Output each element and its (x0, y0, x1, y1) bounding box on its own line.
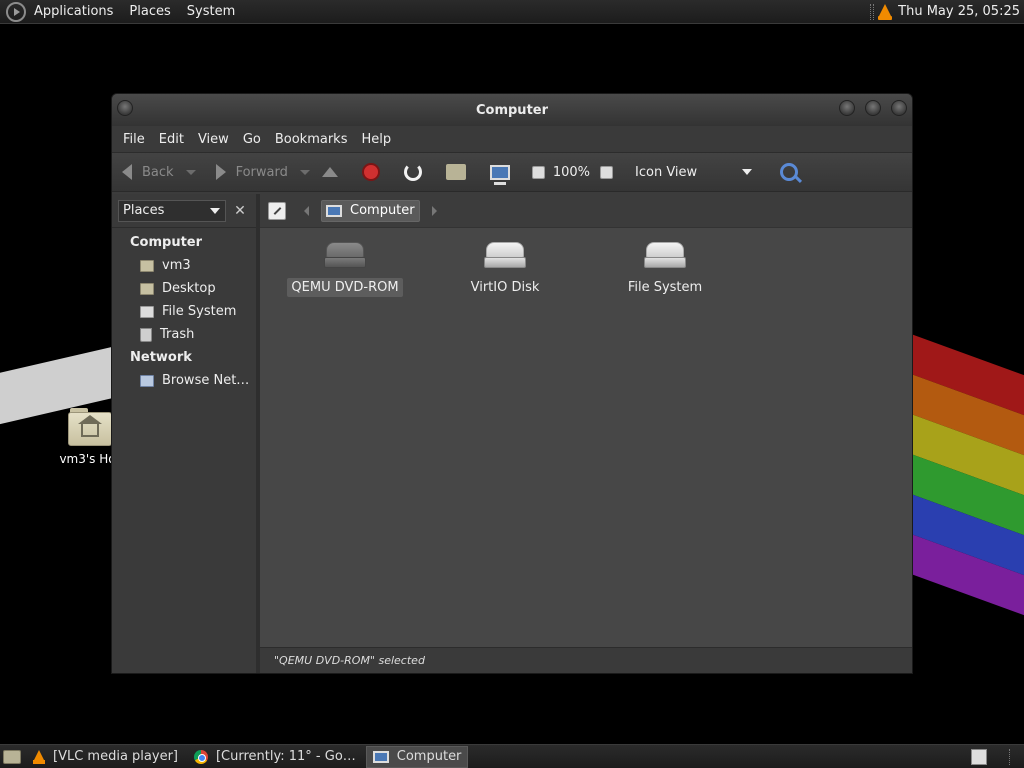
toolbar: Back Forward 100% Icon View (112, 152, 912, 192)
sidebar-item-label: Browse Net… (162, 373, 250, 388)
task-computer[interactable]: Computer (365, 745, 469, 768)
forward-button[interactable]: Forward (215, 156, 310, 188)
menu-view[interactable]: View (191, 132, 236, 147)
sidebar-item-label: vm3 (162, 258, 191, 273)
minimize-button[interactable] (839, 100, 855, 116)
drive-label: File System (627, 280, 703, 295)
sidebar-item-vm3[interactable]: vm3 (112, 254, 256, 277)
reload-icon[interactable] (403, 163, 422, 181)
show-desktop-icon[interactable] (3, 749, 21, 764)
back-arrow-icon (122, 164, 132, 180)
back-history-caret-icon[interactable] (185, 169, 196, 175)
breadcrumb-label: Computer (350, 203, 415, 218)
forward-history-caret-icon[interactable] (299, 169, 310, 175)
menu-bookmarks[interactable]: Bookmarks (268, 132, 355, 147)
up-icon[interactable] (321, 167, 338, 177)
task-vlc[interactable]: [VLC media player] (27, 746, 184, 768)
menu-help[interactable]: Help (354, 132, 398, 147)
task-label: Computer (396, 749, 462, 764)
path-scroll-left-icon[interactable] (304, 205, 309, 216)
path-bar: Computer (260, 194, 912, 228)
sidebar: Places ✕ Computer vm3 Desktop File Syste… (112, 194, 260, 673)
sidebar-group-computer: Computer (130, 235, 203, 250)
view-mode-label: Icon View (635, 164, 698, 180)
back-button[interactable]: Back (122, 156, 196, 188)
zoom-in-icon[interactable] (600, 165, 614, 179)
vlc-icon (33, 749, 45, 764)
view-mode-select[interactable]: Icon View (635, 164, 753, 180)
drive-label: QEMU DVD-ROM (287, 278, 403, 297)
filesystem-icon (140, 305, 154, 318)
hard-disk-icon (484, 242, 526, 270)
top-panel: Applications Places System Thu May 25, 0… (0, 0, 1024, 24)
desktop-folder-icon (140, 282, 154, 295)
panel-separator (870, 3, 875, 20)
search-icon[interactable] (780, 163, 799, 181)
bottom-panel: [VLC media player] [Currently: 11° - Go…… (0, 744, 1024, 768)
close-button[interactable] (891, 100, 907, 116)
places-menu[interactable]: Places (121, 4, 178, 19)
menu-bar: File Edit View Go Bookmarks Help (112, 126, 912, 152)
status-bar: "QEMU DVD-ROM" selected (260, 647, 912, 673)
sidebar-selector-label: Places (123, 203, 165, 218)
sidebar-item-browse-network[interactable]: Browse Net… (112, 369, 256, 392)
sidebar-group-network: Network (130, 350, 192, 365)
chevron-down-icon (742, 169, 753, 175)
close-icon[interactable]: ✕ (230, 203, 250, 219)
drive-label: VirtIO Disk (470, 280, 540, 295)
task-label: [Currently: 11° - Go… (215, 749, 356, 764)
task-chrome[interactable]: [Currently: 11° - Go… (188, 746, 362, 768)
drive-file-system[interactable]: File System (600, 242, 730, 297)
applications-menu[interactable]: Applications (26, 4, 121, 19)
chrome-icon (193, 749, 208, 764)
task-label: [VLC media player] (53, 749, 178, 764)
sidebar-item-desktop[interactable]: Desktop (112, 277, 256, 300)
sidebar-item-trash[interactable]: Trash (112, 323, 256, 346)
window-title: Computer (475, 102, 549, 118)
menu-go[interactable]: Go (236, 132, 268, 147)
menu-edit[interactable]: Edit (152, 132, 191, 147)
sidebar-item-file-system[interactable]: File System (112, 300, 256, 323)
sidebar-item-label: Desktop (162, 281, 216, 296)
drive-qemu-dvd-rom[interactable]: QEMU DVD-ROM (280, 242, 410, 297)
optical-drive-icon (324, 242, 366, 270)
wallpaper-rainbow (900, 330, 1024, 636)
vlc-tray-icon[interactable] (878, 3, 893, 20)
computer-icon (372, 750, 389, 763)
forward-arrow-icon (215, 164, 226, 180)
main-pane: Computer QEMU DVD-ROM VirtIO Disk File S… (260, 194, 912, 673)
workspace-switcher[interactable] (971, 748, 987, 765)
drive-virtio-disk[interactable]: VirtIO Disk (440, 242, 570, 297)
zoom-level[interactable]: 100% (553, 165, 590, 180)
panel-separator (1009, 748, 1010, 765)
file-manager-window: Computer File Edit View Go Bookmarks Hel… (111, 93, 913, 674)
maximize-button[interactable] (865, 100, 881, 116)
title-bar[interactable]: Computer (112, 94, 912, 126)
clock[interactable]: Thu May 25, 05:25 (898, 4, 1024, 19)
breadcrumb[interactable]: Computer (321, 199, 420, 222)
distro-logo-icon[interactable] (6, 1, 26, 22)
path-scroll-right-icon[interactable] (431, 205, 437, 216)
home-folder-icon (140, 259, 154, 272)
stop-icon[interactable] (361, 163, 380, 181)
forward-label: Forward (235, 164, 288, 180)
sidebar-item-label: File System (162, 304, 237, 319)
computer-icon (326, 204, 342, 217)
system-menu[interactable]: System (179, 4, 243, 19)
home-icon[interactable] (445, 164, 466, 180)
trash-icon (140, 327, 152, 342)
window-menu-button[interactable] (117, 100, 133, 116)
hard-disk-icon (644, 242, 686, 270)
computer-icon[interactable] (489, 164, 510, 185)
sidebar-selector[interactable]: Places (118, 199, 226, 222)
chevron-down-icon (210, 207, 220, 214)
icon-view[interactable]: QEMU DVD-ROM VirtIO Disk File System (260, 228, 912, 647)
sidebar-item-label: Trash (160, 327, 195, 342)
edit-location-icon[interactable] (268, 201, 286, 220)
back-label: Back (142, 164, 174, 180)
home-folder-icon (68, 406, 112, 446)
menu-file[interactable]: File (116, 132, 152, 147)
network-icon (140, 374, 154, 387)
zoom-out-icon[interactable] (531, 165, 545, 179)
